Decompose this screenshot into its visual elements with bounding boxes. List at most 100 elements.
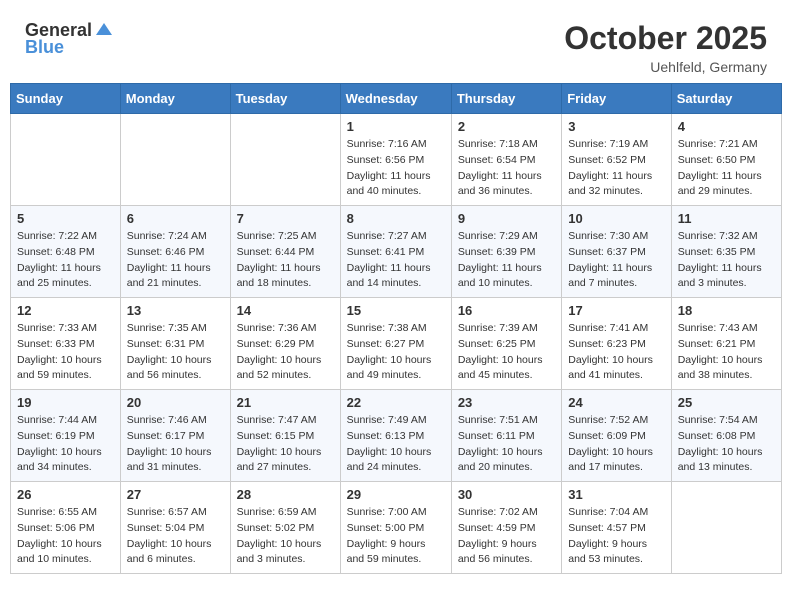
- calendar-cell: 14 Sunrise: 7:36 AMSunset: 6:29 PMDayligh…: [230, 298, 340, 390]
- day-number: 8: [347, 211, 445, 226]
- calendar-cell: 16Sunrise: 7:39 AMSunset: 6:25 PMDayligh…: [451, 298, 561, 390]
- calendar-cell: 26 Sunrise: 6:55 AMSunset: 5:06 PMDayligh…: [11, 482, 121, 574]
- weekday-header-tuesday: Tuesday: [230, 84, 340, 114]
- day-number: 17: [568, 303, 664, 318]
- calendar-week-row: 12 Sunrise: 7:33 AMSunset: 6:33 PMDayligh…: [11, 298, 782, 390]
- calendar-cell: 9Sunrise: 7:29 AMSunset: 6:39 PMDaylight…: [451, 206, 561, 298]
- day-number: 28: [237, 487, 334, 502]
- day-info: Sunrise: 7:39 AMSunset: 6:25 PMDaylight:…: [458, 321, 555, 384]
- day-info: Sunrise: 7:27 AMSunset: 6:41 PMDaylight:…: [347, 229, 445, 292]
- day-info: Sunrise: 7:21 AMSunset: 6:50 PMDaylight:…: [678, 137, 775, 200]
- title-block: October 2025 Uehlfeld, Germany: [564, 20, 767, 75]
- day-info: Sunrise: 7:30 AMSunset: 6:37 PMDaylight:…: [568, 229, 664, 292]
- day-number: 27: [127, 487, 224, 502]
- day-number: 25: [678, 395, 775, 410]
- day-number: 7: [237, 211, 334, 226]
- day-number: 10: [568, 211, 664, 226]
- day-info: Sunrise: 7:22 AMSunset: 6:48 PMDaylight:…: [17, 229, 114, 292]
- day-info: Sunrise: 7:46 AMSunset: 6:17 PMDaylight:…: [127, 413, 224, 476]
- day-info: Sunrise: 7:18 AMSunset: 6:54 PMDaylight:…: [458, 137, 555, 200]
- weekday-header-thursday: Thursday: [451, 84, 561, 114]
- weekday-header-saturday: Saturday: [671, 84, 781, 114]
- day-info: Sunrise: 7:44 AMSunset: 6:19 PMDaylight:…: [17, 413, 114, 476]
- calendar-cell: 10 Sunrise: 7:30 AMSunset: 6:37 PMDayligh…: [562, 206, 671, 298]
- weekday-header-row: SundayMondayTuesdayWednesdayThursdayFrid…: [11, 84, 782, 114]
- calendar-cell: [230, 114, 340, 206]
- calendar-cell: 21 Sunrise: 7:47 AMSunset: 6:15 PMDayligh…: [230, 390, 340, 482]
- day-info: Sunrise: 7:16 AMSunset: 6:56 PMDaylight:…: [347, 137, 445, 200]
- calendar-table: SundayMondayTuesdayWednesdayThursdayFrid…: [10, 83, 782, 574]
- day-number: 4: [678, 119, 775, 134]
- calendar-week-row: 5 Sunrise: 7:22 AMSunset: 6:48 PMDaylight…: [11, 206, 782, 298]
- day-number: 22: [347, 395, 445, 410]
- calendar-cell: [671, 482, 781, 574]
- calendar-cell: 22 Sunrise: 7:49 AMSunset: 6:13 PMDayligh…: [340, 390, 451, 482]
- logo-blue-text: Blue: [25, 37, 64, 58]
- day-info: Sunrise: 7:04 AMSunset: 4:57 PMDaylight:…: [568, 505, 664, 568]
- calendar-cell: [11, 114, 121, 206]
- day-number: 6: [127, 211, 224, 226]
- day-number: 11: [678, 211, 775, 226]
- day-info: Sunrise: 7:33 AMSunset: 6:33 PMDaylight:…: [17, 321, 114, 384]
- day-info: Sunrise: 7:25 AMSunset: 6:44 PMDaylight:…: [237, 229, 334, 292]
- calendar-cell: 6 Sunrise: 7:24 AMSunset: 6:46 PMDaylight…: [120, 206, 230, 298]
- calendar-cell: 4 Sunrise: 7:21 AMSunset: 6:50 PMDaylight…: [671, 114, 781, 206]
- day-info: Sunrise: 7:36 AMSunset: 6:29 PMDaylight:…: [237, 321, 334, 384]
- day-info: Sunrise: 7:00 AMSunset: 5:00 PMDaylight:…: [347, 505, 445, 568]
- location-title: Uehlfeld, Germany: [564, 59, 767, 75]
- calendar-cell: 25 Sunrise: 7:54 AMSunset: 6:08 PMDayligh…: [671, 390, 781, 482]
- calendar-cell: 30 Sunrise: 7:02 AMSunset: 4:59 PMDayligh…: [451, 482, 561, 574]
- day-info: Sunrise: 7:24 AMSunset: 6:46 PMDaylight:…: [127, 229, 224, 292]
- calendar-cell: [120, 114, 230, 206]
- calendar-cell: 2 Sunrise: 7:18 AMSunset: 6:54 PMDaylight…: [451, 114, 561, 206]
- day-number: 5: [17, 211, 114, 226]
- weekday-header-friday: Friday: [562, 84, 671, 114]
- calendar-cell: 31Sunrise: 7:04 AMSunset: 4:57 PMDayligh…: [562, 482, 671, 574]
- weekday-header-sunday: Sunday: [11, 84, 121, 114]
- calendar-cell: 1 Sunrise: 7:16 AMSunset: 6:56 PMDaylight…: [340, 114, 451, 206]
- day-info: Sunrise: 7:41 AMSunset: 6:23 PMDaylight:…: [568, 321, 664, 384]
- calendar-cell: 24Sunrise: 7:52 AMSunset: 6:09 PMDayligh…: [562, 390, 671, 482]
- day-number: 19: [17, 395, 114, 410]
- day-info: Sunrise: 6:55 AMSunset: 5:06 PMDaylight:…: [17, 505, 114, 568]
- day-number: 2: [458, 119, 555, 134]
- day-info: Sunrise: 7:38 AMSunset: 6:27 PMDaylight:…: [347, 321, 445, 384]
- day-info: Sunrise: 7:35 AMSunset: 6:31 PMDaylight:…: [127, 321, 224, 384]
- day-info: Sunrise: 7:54 AMSunset: 6:08 PMDaylight:…: [678, 413, 775, 476]
- weekday-header-wednesday: Wednesday: [340, 84, 451, 114]
- day-info: Sunrise: 7:29 AMSunset: 6:39 PMDaylight:…: [458, 229, 555, 292]
- calendar-cell: 5 Sunrise: 7:22 AMSunset: 6:48 PMDaylight…: [11, 206, 121, 298]
- day-number: 3: [568, 119, 664, 134]
- calendar-cell: 15 Sunrise: 7:38 AMSunset: 6:27 PMDayligh…: [340, 298, 451, 390]
- day-info: Sunrise: 7:19 AMSunset: 6:52 PMDaylight:…: [568, 137, 664, 200]
- calendar-cell: 13Sunrise: 7:35 AMSunset: 6:31 PMDayligh…: [120, 298, 230, 390]
- logo: General Blue: [25, 20, 114, 58]
- day-info: Sunrise: 7:43 AMSunset: 6:21 PMDaylight:…: [678, 321, 775, 384]
- calendar-cell: 28 Sunrise: 6:59 AMSunset: 5:02 PMDayligh…: [230, 482, 340, 574]
- day-info: Sunrise: 7:49 AMSunset: 6:13 PMDaylight:…: [347, 413, 445, 476]
- day-number: 23: [458, 395, 555, 410]
- calendar-cell: 8 Sunrise: 7:27 AMSunset: 6:41 PMDaylight…: [340, 206, 451, 298]
- day-info: Sunrise: 7:02 AMSunset: 4:59 PMDaylight:…: [458, 505, 555, 568]
- day-info: Sunrise: 7:52 AMSunset: 6:09 PMDaylight:…: [568, 413, 664, 476]
- day-number: 1: [347, 119, 445, 134]
- day-info: Sunrise: 7:32 AMSunset: 6:35 PMDaylight:…: [678, 229, 775, 292]
- logo-icon: [94, 19, 114, 39]
- calendar-cell: 23Sunrise: 7:51 AMSunset: 6:11 PMDayligh…: [451, 390, 561, 482]
- calendar-cell: 19 Sunrise: 7:44 AMSunset: 6:19 PMDayligh…: [11, 390, 121, 482]
- day-info: Sunrise: 6:59 AMSunset: 5:02 PMDaylight:…: [237, 505, 334, 568]
- day-number: 12: [17, 303, 114, 318]
- day-number: 15: [347, 303, 445, 318]
- day-info: Sunrise: 7:47 AMSunset: 6:15 PMDaylight:…: [237, 413, 334, 476]
- month-title: October 2025: [564, 20, 767, 57]
- day-number: 14: [237, 303, 334, 318]
- calendar-week-row: 19 Sunrise: 7:44 AMSunset: 6:19 PMDayligh…: [11, 390, 782, 482]
- day-number: 21: [237, 395, 334, 410]
- calendar-cell: 7 Sunrise: 7:25 AMSunset: 6:44 PMDaylight…: [230, 206, 340, 298]
- day-number: 30: [458, 487, 555, 502]
- calendar-cell: 18Sunrise: 7:43 AMSunset: 6:21 PMDayligh…: [671, 298, 781, 390]
- calendar-week-row: 1 Sunrise: 7:16 AMSunset: 6:56 PMDaylight…: [11, 114, 782, 206]
- calendar-cell: 11 Sunrise: 7:32 AMSunset: 6:35 PMDayligh…: [671, 206, 781, 298]
- day-number: 26: [17, 487, 114, 502]
- day-info: Sunrise: 6:57 AMSunset: 5:04 PMDaylight:…: [127, 505, 224, 568]
